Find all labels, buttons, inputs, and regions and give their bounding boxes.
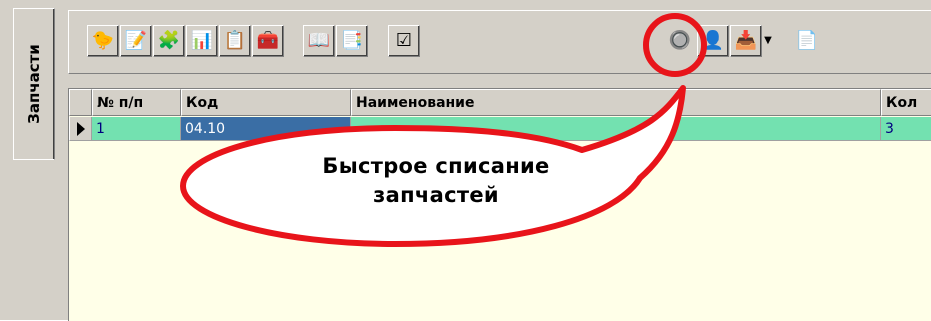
highlight-circle — [643, 13, 707, 77]
callout-line-2: запчастей — [373, 183, 499, 207]
callout-line-1: Быстрое списание — [322, 154, 550, 178]
callout-label: Быстрое списание запчастей — [271, 152, 601, 210]
